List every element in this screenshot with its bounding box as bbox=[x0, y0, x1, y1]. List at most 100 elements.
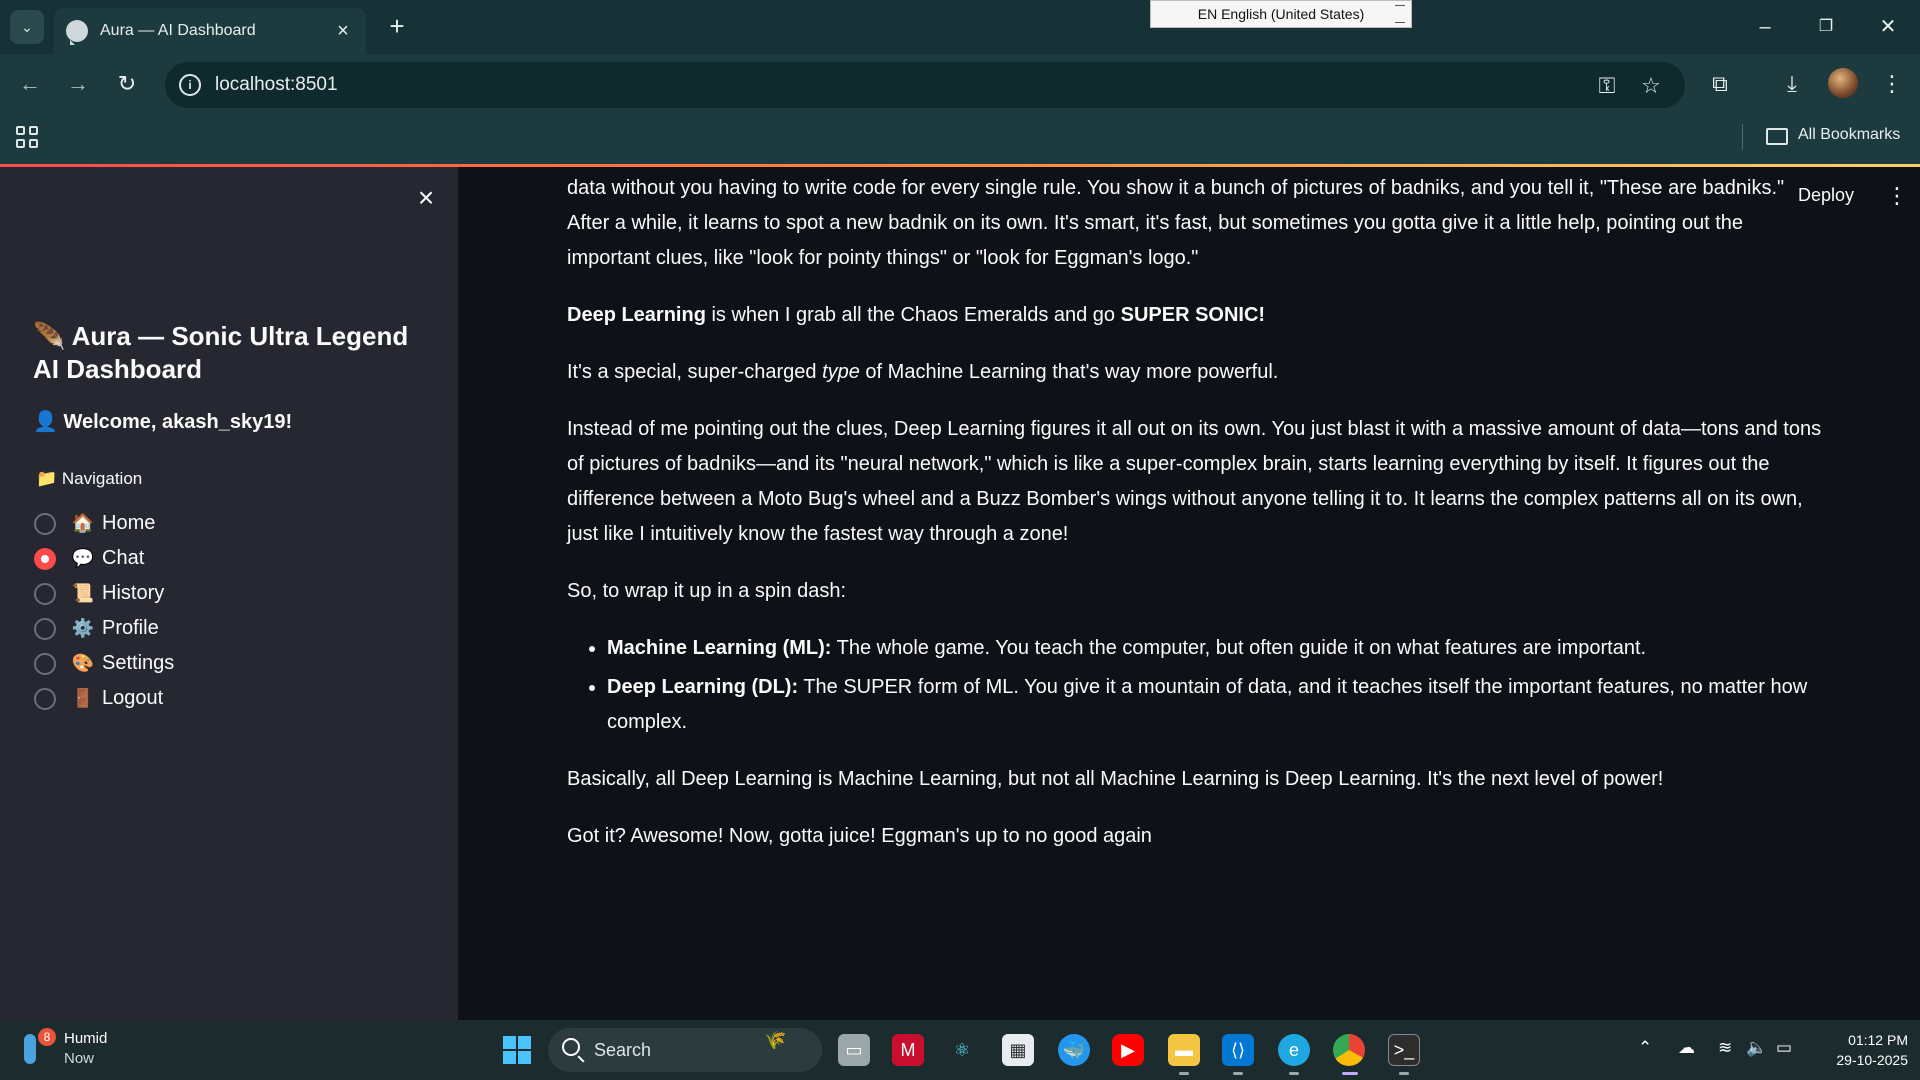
volume-icon[interactable]: 🔈 bbox=[1746, 1038, 1767, 1058]
nav-radio-home[interactable]: 🏠 Home bbox=[34, 506, 174, 541]
bold-text: Deep Learning bbox=[567, 304, 706, 326]
onedrive-cloud-icon[interactable]: ☁ bbox=[1678, 1038, 1695, 1058]
welcome-text: Welcome, akash_sky19! bbox=[63, 411, 293, 433]
edge-browser-icon[interactable]: e bbox=[1278, 1034, 1310, 1066]
sidebar-title-text: Aura — Sonic Ultra Legend AI Dashboard bbox=[33, 321, 409, 384]
nav-radio-chat[interactable]: 💬 Chat bbox=[34, 541, 174, 576]
microsoft-store-icon[interactable]: ▦ bbox=[1002, 1034, 1034, 1066]
list-item: Deep Learning (DL): The SUPER form of ML… bbox=[607, 670, 1822, 740]
more-menu-icon[interactable]: ⋮ bbox=[1876, 68, 1908, 100]
nav-radio-history[interactable]: 📜 History bbox=[34, 576, 174, 611]
radio-button[interactable] bbox=[34, 687, 56, 710]
app-menu-icon[interactable]: ⋮ bbox=[1886, 183, 1908, 209]
thermometer-icon bbox=[24, 1034, 36, 1064]
italic-text: type bbox=[822, 361, 860, 383]
bookmark-star-icon[interactable]: ☆ bbox=[1637, 72, 1665, 100]
nav-radio-profile[interactable]: ⚙️ Profile bbox=[34, 611, 174, 646]
apps-grid-icon[interactable] bbox=[16, 126, 38, 148]
docker-icon[interactable]: 🐳 bbox=[1058, 1034, 1090, 1066]
paragraph-text: is when I grab all the Chaos Emeralds an… bbox=[705, 304, 1121, 326]
bold-text: SUPER SONIC! bbox=[1120, 304, 1266, 326]
restore-icon[interactable]: ❐ bbox=[1806, 12, 1846, 42]
tab-close-icon[interactable]: × bbox=[332, 20, 354, 43]
notification-badge: 8 bbox=[38, 1028, 56, 1046]
show-hidden-icons-chevron-icon[interactable]: ⌃ bbox=[1638, 1038, 1652, 1058]
terminal-icon[interactable]: >_ bbox=[1388, 1034, 1420, 1066]
radio-button[interactable] bbox=[34, 582, 56, 605]
bold-text: Machine Learning (ML): bbox=[607, 637, 832, 659]
folder-icon[interactable] bbox=[1766, 128, 1788, 145]
extensions-puzzle-icon[interactable]: ⧉ bbox=[1704, 68, 1736, 100]
nav-logout-text: Logout bbox=[102, 687, 164, 709]
radio-button[interactable] bbox=[34, 512, 56, 535]
navigation-label-text: Navigation bbox=[61, 469, 143, 488]
forward-arrow-icon[interactable]: → bbox=[64, 70, 92, 98]
response-paragraph: Deep Learning is when I grab all the Cha… bbox=[567, 298, 1822, 333]
youtube-icon[interactable]: ▶ bbox=[1112, 1034, 1144, 1066]
windows-start-icon[interactable] bbox=[503, 1036, 531, 1064]
response-paragraph: Got it? Awesome! Now, gotta juice! Eggma… bbox=[567, 825, 1152, 847]
door-icon: 🚪 bbox=[71, 688, 95, 708]
main-content: Deploy ⋮ data without you having to writ… bbox=[458, 167, 1920, 1020]
browser-chrome: ⌄ Aura — AI Dashboard × + EN English (Un… bbox=[0, 0, 1920, 167]
minimize-icon[interactable]: – bbox=[1745, 12, 1785, 42]
nav-chat-text: Chat bbox=[102, 547, 145, 569]
wifi-icon[interactable]: ≋ bbox=[1718, 1038, 1732, 1058]
file-explorer-icon[interactable]: ▬ bbox=[1168, 1034, 1200, 1066]
search-icon bbox=[562, 1038, 580, 1056]
summary-list: Machine Learning (ML): The whole game. Y… bbox=[607, 631, 1822, 740]
address-bar[interactable]: i localhost:8501 ⚿ ☆ bbox=[165, 62, 1685, 108]
radio-button[interactable] bbox=[34, 652, 56, 675]
app-running-indicator bbox=[1179, 1072, 1189, 1075]
app-running-indicator bbox=[1233, 1072, 1243, 1075]
profile-avatar[interactable] bbox=[1828, 68, 1858, 98]
browser-tab-active[interactable]: Aura — AI Dashboard × bbox=[54, 8, 366, 54]
feather-icon: 🪶 bbox=[33, 321, 66, 351]
task-view-icon[interactable]: ▭ bbox=[838, 1034, 870, 1066]
nav-radio-label-logout: 🚪 Logout bbox=[70, 687, 163, 710]
nav-settings-text: Settings bbox=[102, 652, 175, 674]
nav-profile-text: Profile bbox=[102, 617, 159, 639]
clock-time: 01:12 PM bbox=[1848, 1032, 1908, 1048]
list-item-text: The whole game. You teach the computer, … bbox=[831, 637, 1647, 659]
password-key-icon[interactable]: ⚿ bbox=[1593, 72, 1621, 100]
tab-search-chevron-icon[interactable]: ⌄ bbox=[10, 10, 44, 44]
response-paragraph: So, to wrap it up in a spin dash: bbox=[567, 580, 847, 602]
nav-radio-logout[interactable]: 🚪 Logout bbox=[34, 681, 174, 716]
chrome-browser-icon[interactable] bbox=[1333, 1034, 1365, 1066]
windows-taskbar: 8 Humid Now Search 🌾 ▭ M ⚛ ▦ 🐳 ▶ ▬ ⟨⟩ e … bbox=[0, 1020, 1920, 1080]
radio-button-selected[interactable] bbox=[34, 547, 56, 570]
bookmarks-bar: All Bookmarks bbox=[0, 114, 1920, 162]
radio-button[interactable] bbox=[34, 617, 56, 640]
response-paragraph: Basically, all Deep Learning is Machine … bbox=[567, 768, 1664, 790]
search-highlight-icon: 🌾 bbox=[764, 1030, 787, 1050]
weather-title: Humid bbox=[64, 1030, 108, 1047]
app-running-indicator bbox=[1399, 1072, 1409, 1075]
window-close-icon[interactable]: ✕ bbox=[1868, 12, 1908, 42]
reload-icon[interactable]: ↻ bbox=[113, 70, 141, 98]
paragraph-text: of Machine Learning that's way more powe… bbox=[859, 361, 1279, 383]
new-tab-plus-icon[interactable]: + bbox=[382, 12, 412, 42]
download-icon[interactable]: ⤓ bbox=[1776, 68, 1808, 100]
nav-radio-settings[interactable]: 🎨 Settings bbox=[34, 646, 174, 681]
clock-date: 29-10-2025 bbox=[1836, 1052, 1908, 1068]
address-url[interactable]: localhost:8501 bbox=[215, 74, 338, 96]
user-icon: 👤 bbox=[33, 411, 58, 433]
sidebar: × 🪶 Aura — Sonic Ultra Legend AI Dashboa… bbox=[0, 167, 458, 1020]
language-indicator[interactable]: EN English (United States) bbox=[1150, 0, 1412, 28]
mcafee-icon[interactable]: M bbox=[892, 1034, 924, 1066]
sidebar-close-icon[interactable]: × bbox=[414, 184, 438, 212]
nav-history-text: History bbox=[102, 582, 165, 604]
vscode-icon[interactable]: ⟨⟩ bbox=[1222, 1034, 1254, 1066]
response-paragraph: data without you having to write code fo… bbox=[567, 177, 1785, 269]
back-arrow-icon[interactable]: ← bbox=[16, 70, 44, 98]
site-info-icon[interactable]: i bbox=[179, 74, 201, 96]
react-atom-icon[interactable]: ⚛ bbox=[946, 1034, 978, 1066]
paragraph-text: It's a special, super-charged bbox=[567, 361, 823, 383]
tab-strip: ⌄ Aura — AI Dashboard × + EN English (Un… bbox=[0, 0, 1920, 54]
all-bookmarks-link[interactable]: All Bookmarks bbox=[1798, 126, 1900, 144]
system-clock[interactable]: 01:12 PM 29-10-2025 bbox=[1808, 1030, 1908, 1070]
speech-bubble-icon: 💬 bbox=[71, 548, 95, 568]
battery-icon[interactable]: ▭ bbox=[1776, 1038, 1792, 1058]
house-icon: 🏠 bbox=[71, 513, 95, 533]
